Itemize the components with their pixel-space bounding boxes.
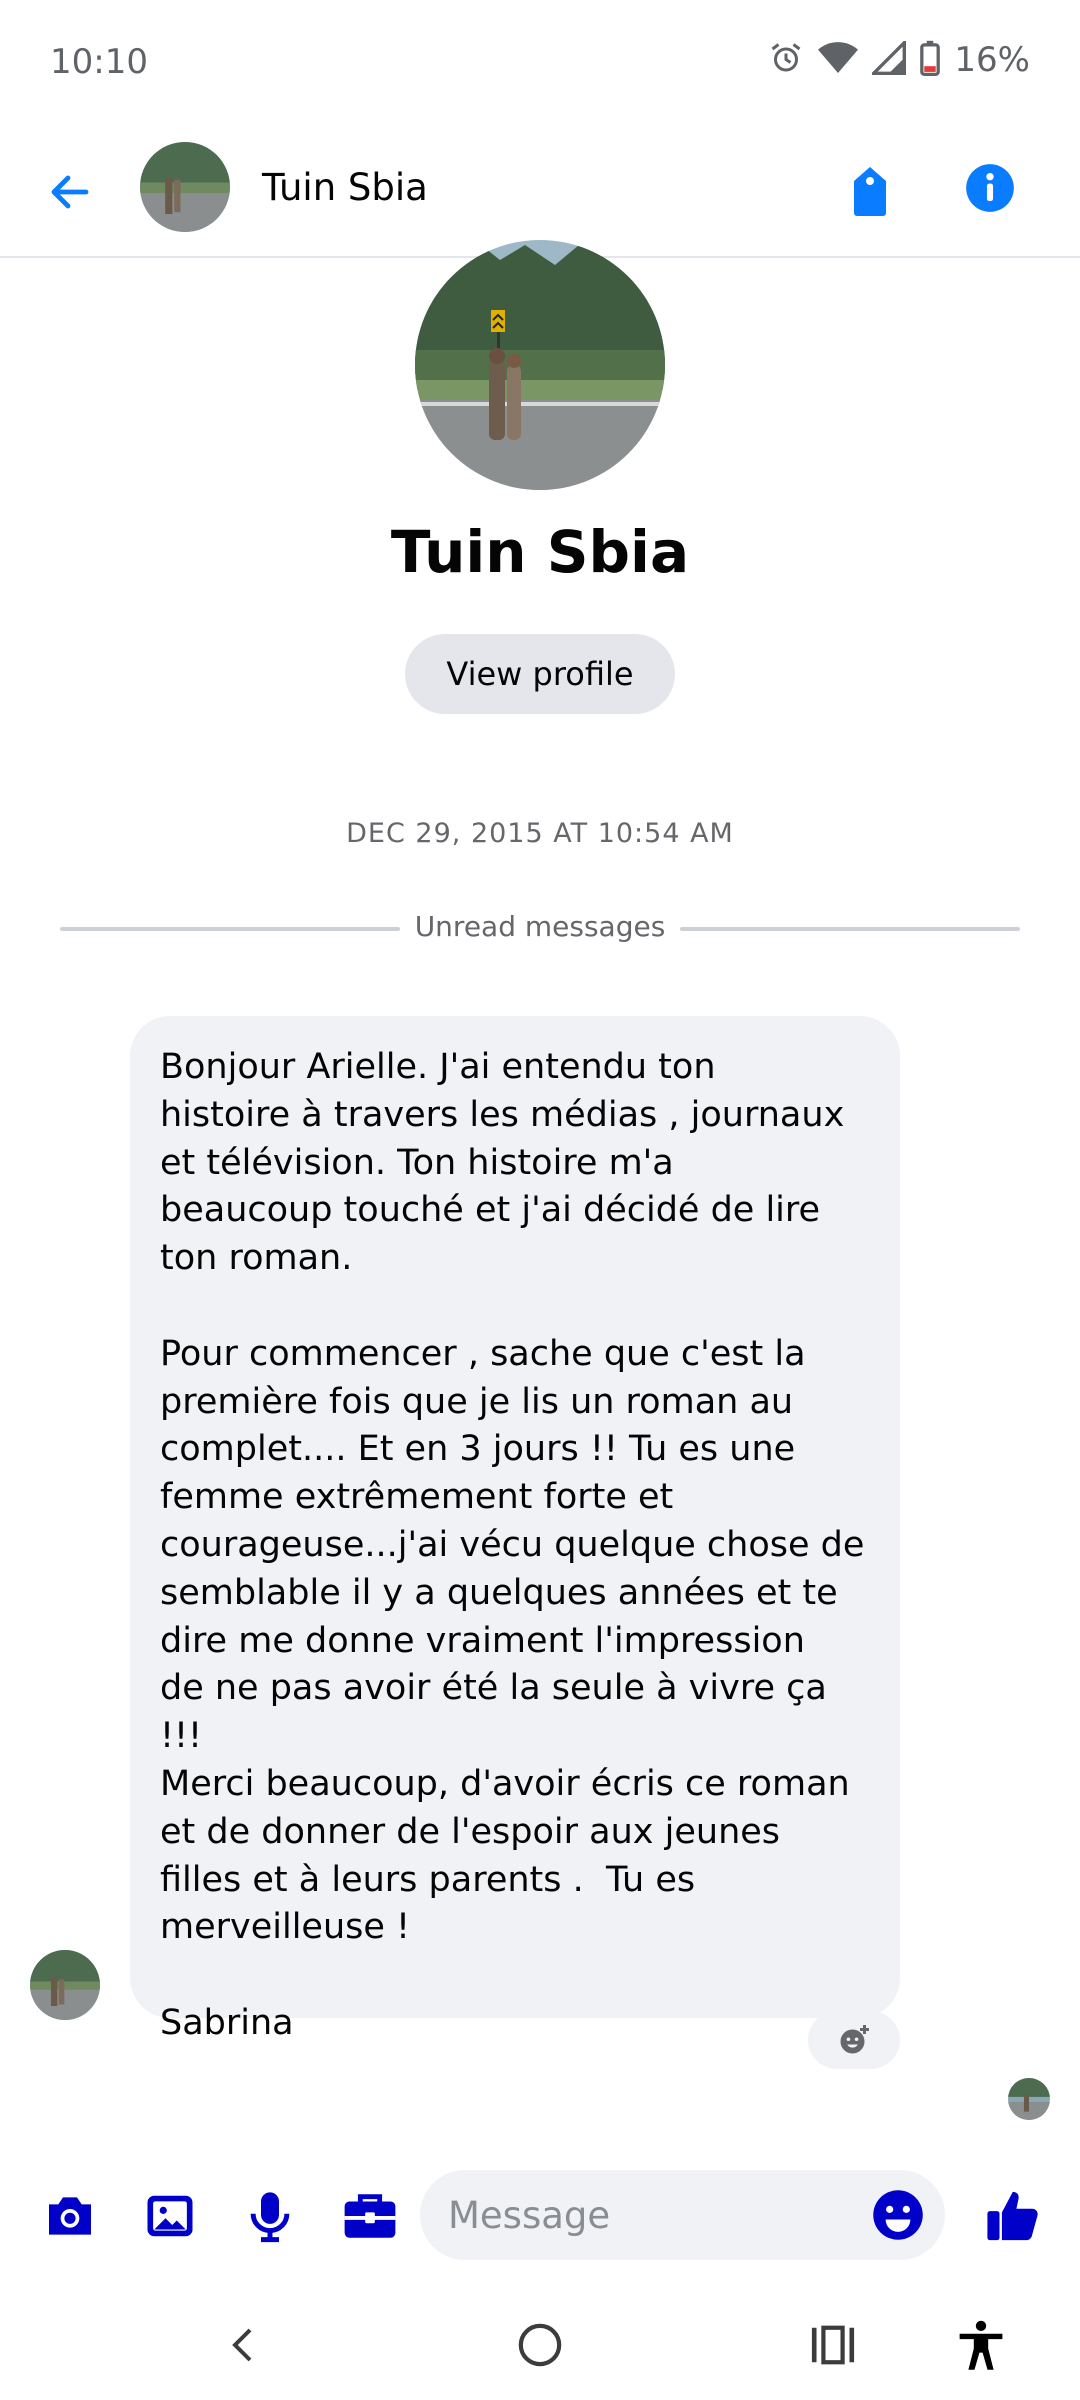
message-timestamp: DEC 29, 2015 AT 10:54 AM: [346, 818, 734, 849]
like-button[interactable]: [982, 2184, 1046, 2248]
header-avatar[interactable]: [140, 142, 230, 232]
nav-recents-button[interactable]: [798, 2310, 868, 2380]
header-contact-name[interactable]: Tuin Sbia: [262, 166, 428, 209]
add-reaction-icon: [840, 2025, 869, 2054]
nav-back-button[interactable]: [210, 2310, 280, 2380]
view-profile-button[interactable]: View profile: [405, 634, 675, 714]
emoji-button[interactable]: [869, 2186, 927, 2244]
nav-recents-icon: [811, 2325, 855, 2365]
nav-home-button[interactable]: [505, 2310, 575, 2380]
message-input-container[interactable]: [420, 2170, 945, 2260]
message-input[interactable]: [448, 2188, 848, 2242]
message-text: Bonjour Arielle. J'ai entendu ton histoi…: [160, 1047, 865, 2043]
divider-line-right: [680, 927, 1020, 931]
wifi-icon: [818, 40, 859, 80]
status-time: 10:10: [50, 42, 148, 82]
microphone-icon: [250, 2192, 290, 2243]
status-icons: 16%: [768, 38, 1030, 80]
nav-back-icon: [232, 2328, 252, 2362]
voice-button[interactable]: [238, 2184, 302, 2248]
profile-avatar[interactable]: [415, 240, 665, 490]
camera-icon: [49, 2197, 91, 2235]
gallery-button[interactable]: [138, 2184, 202, 2248]
back-button[interactable]: [40, 162, 100, 222]
briefcase-icon: [344, 2194, 396, 2238]
seen-avatar: [1008, 2078, 1050, 2120]
accessibility-icon: [959, 2320, 1003, 2370]
sender-avatar[interactable]: [30, 1950, 100, 2020]
alarm-icon: [768, 40, 804, 80]
emoji-icon: [873, 2190, 923, 2240]
message-bubble[interactable]: Bonjour Arielle. J'ai entendu ton histoi…: [130, 1016, 900, 2043]
profile-name: Tuin Sbia: [390, 518, 690, 586]
battery-percent: 16%: [954, 40, 1030, 80]
nav-home-icon: [518, 2323, 562, 2367]
back-arrow-icon: [51, 175, 89, 209]
battery-icon: [920, 40, 941, 80]
chat-header: Tuin Sbia: [0, 126, 1080, 258]
composer: [0, 2160, 1080, 2272]
camera-button[interactable]: [38, 2184, 102, 2248]
tag-button[interactable]: [840, 156, 900, 226]
info-button[interactable]: [960, 158, 1020, 218]
business-tools-button[interactable]: [338, 2184, 402, 2248]
accessibility-button[interactable]: [946, 2310, 1016, 2380]
status-bar: 10:10 16%: [0, 0, 1080, 126]
tag-icon: [854, 167, 886, 216]
image-icon: [147, 2195, 193, 2237]
cell-signal-icon: [870, 38, 907, 79]
unread-divider: Unread messages: [60, 908, 1020, 948]
thumbs-up-icon: [987, 2191, 1038, 2241]
system-nav-bar: [0, 2280, 1080, 2400]
info-icon: [966, 164, 1014, 212]
add-reaction-button[interactable]: [808, 2011, 900, 2069]
